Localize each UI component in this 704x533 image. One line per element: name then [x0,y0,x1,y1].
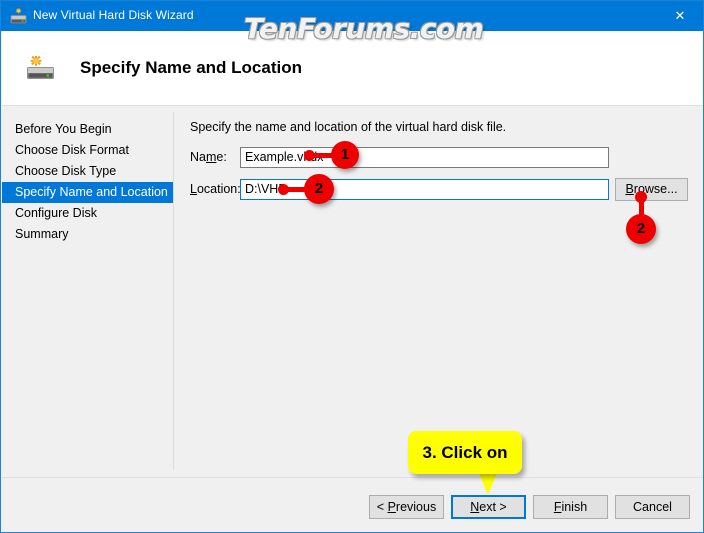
previous-button[interactable]: < Previous [369,495,444,519]
wizard-main-panel: Specify the name and location of the vir… [174,106,703,477]
name-label-post: e: [216,150,227,164]
sidebar-item-choose-disk-type[interactable]: Choose Disk Type [2,161,173,182]
close-icon[interactable]: ✕ [657,1,703,31]
callout-bubble: 3. Click on [408,431,522,474]
virtual-hard-disk-icon [27,55,54,79]
cancel-button[interactable]: Cancel [615,495,690,519]
next-button[interactable]: Next > [451,495,526,519]
location-label-post: ocation: [196,182,241,196]
wizard-header: Specify Name and Location [2,31,703,106]
location-field-label: Location: [190,182,241,196]
virtual-hard-disk-icon [10,8,27,24]
annotation-badge-3: 2 [626,214,656,244]
callout-tail [479,473,497,495]
location-label-mnemonic: L [190,182,197,196]
sidebar-item-summary[interactable]: Summary [2,224,173,245]
name-label-pre: Na [190,150,206,164]
name-field-label: Name: [190,150,227,164]
sidebar-item-specify-name-and-location[interactable]: Specify Name and Location [2,182,173,203]
annotation-dot-3 [635,191,647,203]
sidebar-item-choose-disk-format[interactable]: Choose Disk Format [2,140,173,161]
page-title: Specify Name and Location [80,58,302,77]
annotation-dot-1 [304,150,315,161]
window-title: New Virtual Hard Disk Wizard [33,8,194,22]
previous-pre: < [376,500,388,514]
annotation-dot-2 [278,184,289,195]
browse-mnemonic: B [625,182,634,196]
sidebar-item-before-you-begin[interactable]: Before You Begin [2,119,173,140]
wizard-steps-nav: Before You Begin Choose Disk Format Choo… [2,119,173,245]
next-mnemonic: N [470,500,480,514]
name-label-mnemonic: m [205,150,217,164]
browse-button[interactable]: Browse... [615,178,688,201]
wizard-footer: < Previous Next > Finish Cancel [2,477,703,532]
finish-post: inish [561,500,588,514]
previous-mnemonic: P [387,500,396,514]
callout-text: 3. Click on [422,443,508,462]
annotation-badge-2: 2 [304,174,334,204]
wizard-window: New Virtual Hard Disk Wizard ✕ TenForums… [0,0,704,533]
finish-button[interactable]: Finish [533,495,608,519]
title-bar: New Virtual Hard Disk Wizard ✕ [1,1,703,31]
previous-post: revious [395,500,437,514]
annotation-badge-1: 1 [331,141,359,169]
sidebar-item-configure-disk[interactable]: Configure Disk [2,203,173,224]
next-post: ext > [479,500,507,514]
instruction-text: Specify the name and location of the vir… [190,120,507,134]
name-input[interactable]: Example.vhdx [240,147,609,168]
